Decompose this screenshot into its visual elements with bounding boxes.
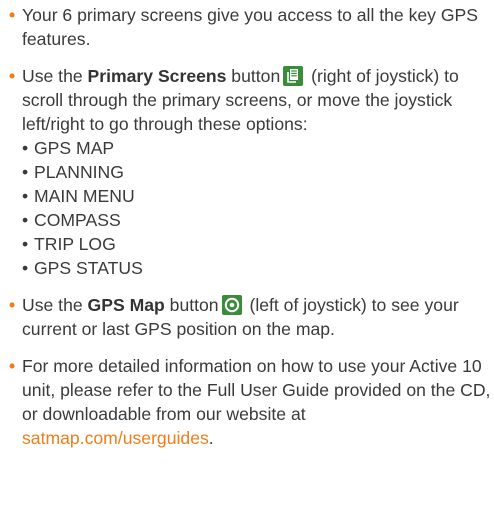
gps-map-label: GPS Map (87, 295, 165, 315)
bullet-text-mid: button (226, 66, 281, 86)
bullet-text: Your 6 primary screens give you access t… (22, 5, 479, 49)
bullet-item-gps-map: • Use the GPS Map button (left of joysti… (0, 293, 494, 341)
target-icon (221, 295, 242, 315)
option-item: • GPS STATUS (22, 258, 143, 278)
primary-screens-label: Primary Screens (87, 66, 227, 86)
instructions-page: • Your 6 primary screens give you access… (0, 0, 494, 515)
bullet-dot: • (9, 356, 16, 376)
bullet-list: • Your 6 primary screens give you access… (0, 0, 494, 450)
pages-icon (283, 66, 304, 86)
option-item: • MAIN MENU (22, 186, 135, 206)
option-item: • TRIP LOG (22, 234, 116, 254)
primary-screens-options: • GPS MAP • PLANNING • MAIN MENU • COMPASS •… (22, 136, 494, 280)
option-item: • PLANNING (22, 162, 124, 182)
userguides-link[interactable]: satmap.com/userguides (22, 428, 209, 448)
option-item: • COMPASS (22, 210, 121, 230)
bullet-text-mid: button (164, 295, 219, 315)
bullet-text-suffix: . (208, 428, 214, 448)
bullet-item-primary-screens: • Use the Primary Screens button (right … (0, 64, 494, 280)
bullet-text-pre: Use the (22, 295, 88, 315)
bullet-dot: • (9, 66, 16, 86)
bullet-item-more-info: • For more detailed information on how t… (0, 354, 494, 450)
bullet-text: For more detailed information on how to … (22, 356, 491, 424)
bullet-item-screens: • Your 6 primary screens give you access… (0, 3, 494, 51)
bullet-dot: • (9, 295, 16, 315)
bullet-dot: • (9, 5, 16, 25)
bullet-text-pre: Use the (22, 66, 88, 86)
option-item: • GPS MAP (22, 138, 115, 158)
